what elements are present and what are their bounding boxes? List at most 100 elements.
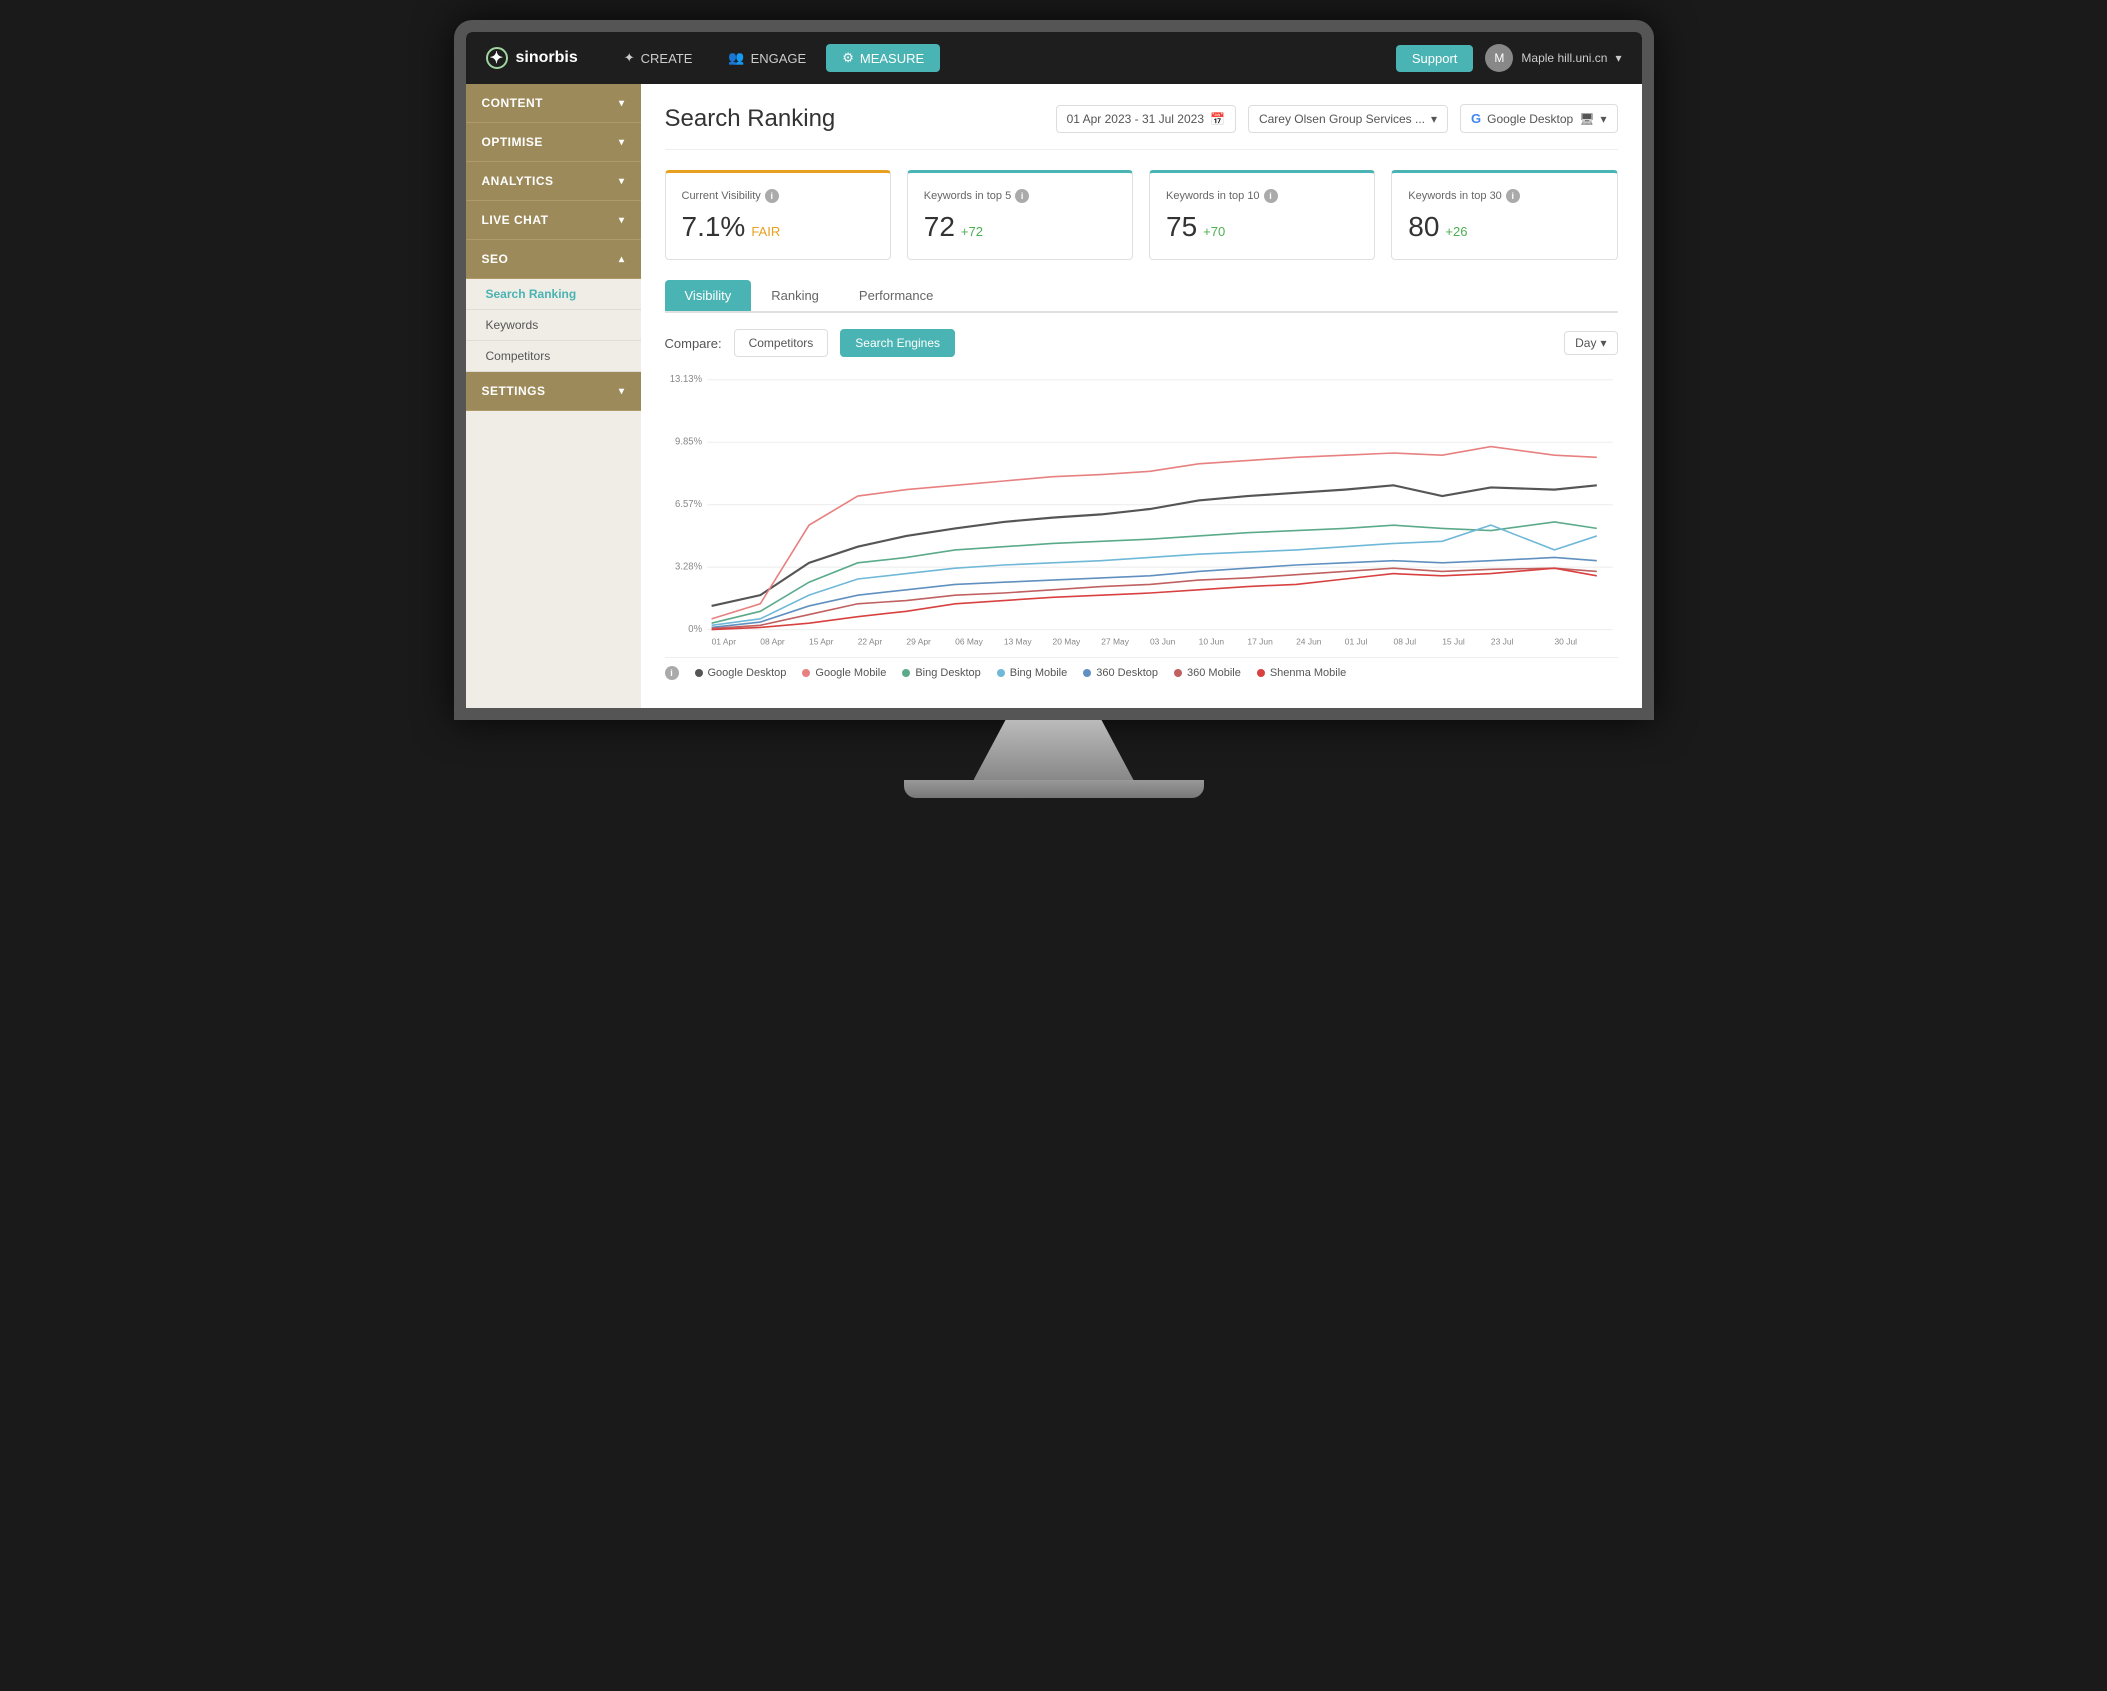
stat-change-top5: +72 xyxy=(961,224,983,239)
svg-text:03 Jun: 03 Jun xyxy=(1149,637,1175,647)
google-icon: G xyxy=(1471,111,1481,126)
sidebar-item-optimise[interactable]: OPTIMISE ▾ xyxy=(466,123,641,162)
logo-text: sinorbis xyxy=(516,49,578,67)
tab-ranking[interactable]: Ranking xyxy=(751,280,839,311)
engage-icon: 👥 xyxy=(728,50,744,66)
svg-text:22 Apr: 22 Apr xyxy=(857,637,882,647)
stat-card-top10: Keywords in top 10 i 75 +70 xyxy=(1149,170,1375,260)
page-header: Search Ranking 01 Apr 2023 - 31 Jul 2023… xyxy=(665,104,1618,150)
date-picker[interactable]: 01 Apr 2023 - 31 Jul 2023 📅 xyxy=(1056,105,1236,133)
legend-info: i xyxy=(665,666,679,680)
calendar-icon: 📅 xyxy=(1210,112,1225,126)
tab-visibility[interactable]: Visibility xyxy=(665,280,752,311)
sidebar-sub-keywords[interactable]: Keywords xyxy=(466,310,641,341)
chevron-down-icon: ▾ xyxy=(1431,112,1437,126)
top-navigation: ✦ sinorbis ✦ CREATE 👥 ENGAGE ⚙ MEASURE S… xyxy=(466,32,1642,84)
svg-text:08 Apr: 08 Apr xyxy=(760,637,785,647)
page-title: Search Ranking xyxy=(665,105,836,133)
sidebar-sub-search-ranking[interactable]: Search Ranking xyxy=(466,279,641,310)
legend-dot-bing-mobile xyxy=(997,669,1005,677)
legend-bing-mobile: Bing Mobile xyxy=(997,667,1067,679)
legend-google-mobile: Google Mobile xyxy=(802,667,886,679)
main-content: CONTENT ▾ OPTIMISE ▾ ANALYTICS ▾ LIVE CH… xyxy=(466,84,1642,708)
day-selector[interactable]: Day ▾ xyxy=(1564,331,1617,355)
tab-performance[interactable]: Performance xyxy=(839,280,953,311)
sidebar-sub-competitors[interactable]: Competitors xyxy=(466,341,641,372)
svg-text:24 Jun: 24 Jun xyxy=(1296,637,1322,647)
stat-card-visibility: Current Visibility i 7.1% FAIR xyxy=(665,170,891,260)
compare-row: Compare: Competitors Search Engines Day … xyxy=(665,329,1618,357)
legend-info-icon: i xyxy=(665,666,679,680)
monitor-base xyxy=(904,780,1204,798)
chevron-down-icon: ▾ xyxy=(1600,112,1606,126)
sidebar-item-analytics[interactable]: ANALYTICS ▾ xyxy=(466,162,641,201)
svg-text:13.13%: 13.13% xyxy=(669,374,702,385)
stat-label-top30: Keywords in top 30 i xyxy=(1408,189,1600,203)
sidebar-item-settings[interactable]: SETTINGS ▾ xyxy=(466,372,641,411)
page-area: Search Ranking 01 Apr 2023 - 31 Jul 2023… xyxy=(641,84,1642,708)
chevron-down-icon: ▾ xyxy=(619,386,625,397)
legend-bing-desktop: Bing Desktop xyxy=(902,667,980,679)
chevron-down-icon: ▾ xyxy=(619,215,625,226)
chart-legend: i Google Desktop Google Mobile Bing Desk… xyxy=(665,657,1618,688)
user-chevron-icon: ▾ xyxy=(1615,51,1621,65)
compare-search-engines-button[interactable]: Search Engines xyxy=(840,329,955,357)
account-text: Carey Olsen Group Services ... xyxy=(1259,112,1425,126)
stat-value-top30: 80 +26 xyxy=(1408,211,1600,243)
info-icon: i xyxy=(1015,189,1029,203)
date-range-text: 01 Apr 2023 - 31 Jul 2023 xyxy=(1067,112,1204,126)
legend-dot-360-desktop xyxy=(1083,669,1091,677)
legend-dot-google-mobile xyxy=(802,669,810,677)
legend-dot-shenma-mobile xyxy=(1257,669,1265,677)
svg-text:27 May: 27 May xyxy=(1101,637,1129,647)
svg-text:15 Jul: 15 Jul xyxy=(1442,637,1465,647)
info-icon: i xyxy=(1264,189,1278,203)
info-icon: i xyxy=(1506,189,1520,203)
nav-right: Support M Maple hill.uni.cn ▾ xyxy=(1396,44,1622,72)
svg-text:29 Apr: 29 Apr xyxy=(906,637,931,647)
compare-competitors-button[interactable]: Competitors xyxy=(734,329,829,357)
measure-icon: ⚙ xyxy=(842,50,854,66)
stat-value-top5: 72 +72 xyxy=(924,211,1116,243)
sidebar-item-content[interactable]: CONTENT ▾ xyxy=(466,84,641,123)
svg-text:20 May: 20 May xyxy=(1052,637,1080,647)
stat-value-top10: 75 +70 xyxy=(1166,211,1358,243)
account-dropdown[interactable]: Carey Olsen Group Services ... ▾ xyxy=(1248,105,1448,133)
stat-label-visibility: Current Visibility i xyxy=(682,189,874,203)
platform-text: Google Desktop xyxy=(1487,112,1573,126)
svg-text:06 May: 06 May xyxy=(955,637,983,647)
svg-text:10 Jun: 10 Jun xyxy=(1198,637,1224,647)
nav-create[interactable]: ✦ CREATE xyxy=(608,44,709,72)
chevron-down-icon: ▾ xyxy=(619,137,625,148)
svg-text:30 Jul: 30 Jul xyxy=(1554,637,1577,647)
nav-measure[interactable]: ⚙ MEASURE xyxy=(826,44,940,72)
svg-text:01 Jul: 01 Jul xyxy=(1344,637,1367,647)
user-name: Maple hill.uni.cn xyxy=(1521,51,1607,65)
legend-google-desktop: Google Desktop xyxy=(695,667,787,679)
svg-text:15 Apr: 15 Apr xyxy=(809,637,834,647)
legend-360-mobile: 360 Mobile xyxy=(1174,667,1241,679)
create-icon: ✦ xyxy=(624,50,635,66)
legend-shenma-mobile: Shenma Mobile xyxy=(1257,667,1346,679)
stats-row: Current Visibility i 7.1% FAIR Keywords … xyxy=(665,170,1618,260)
svg-text:01 Apr: 01 Apr xyxy=(711,637,736,647)
stat-label-top5: Keywords in top 5 i xyxy=(924,189,1116,203)
header-controls: 01 Apr 2023 - 31 Jul 2023 📅 Carey Olsen … xyxy=(1056,104,1618,133)
legend-dot-bing-desktop xyxy=(902,669,910,677)
chevron-down-icon: ▾ xyxy=(619,98,625,109)
sidebar-item-seo[interactable]: SEO ▴ xyxy=(466,240,641,279)
nav-engage[interactable]: 👥 ENGAGE xyxy=(712,44,822,72)
user-area[interactable]: M Maple hill.uni.cn ▾ xyxy=(1485,44,1621,72)
svg-text:23 Jul: 23 Jul xyxy=(1490,637,1513,647)
stat-change-top10: +70 xyxy=(1203,224,1225,239)
compare-label: Compare: xyxy=(665,336,722,351)
stat-change-top30: +26 xyxy=(1445,224,1467,239)
support-button[interactable]: Support xyxy=(1396,45,1474,72)
platform-dropdown[interactable]: G Google Desktop 🖥 ▾ xyxy=(1460,104,1617,133)
chevron-down-icon: ▾ xyxy=(1600,336,1606,350)
nav-items: ✦ CREATE 👥 ENGAGE ⚙ MEASURE xyxy=(608,44,1366,72)
sidebar-item-livechat[interactable]: LIVE CHAT ▾ xyxy=(466,201,641,240)
stat-badge-fair: FAIR xyxy=(751,224,780,239)
stat-card-top5: Keywords in top 5 i 72 +72 xyxy=(907,170,1133,260)
chevron-up-icon: ▴ xyxy=(619,254,625,265)
